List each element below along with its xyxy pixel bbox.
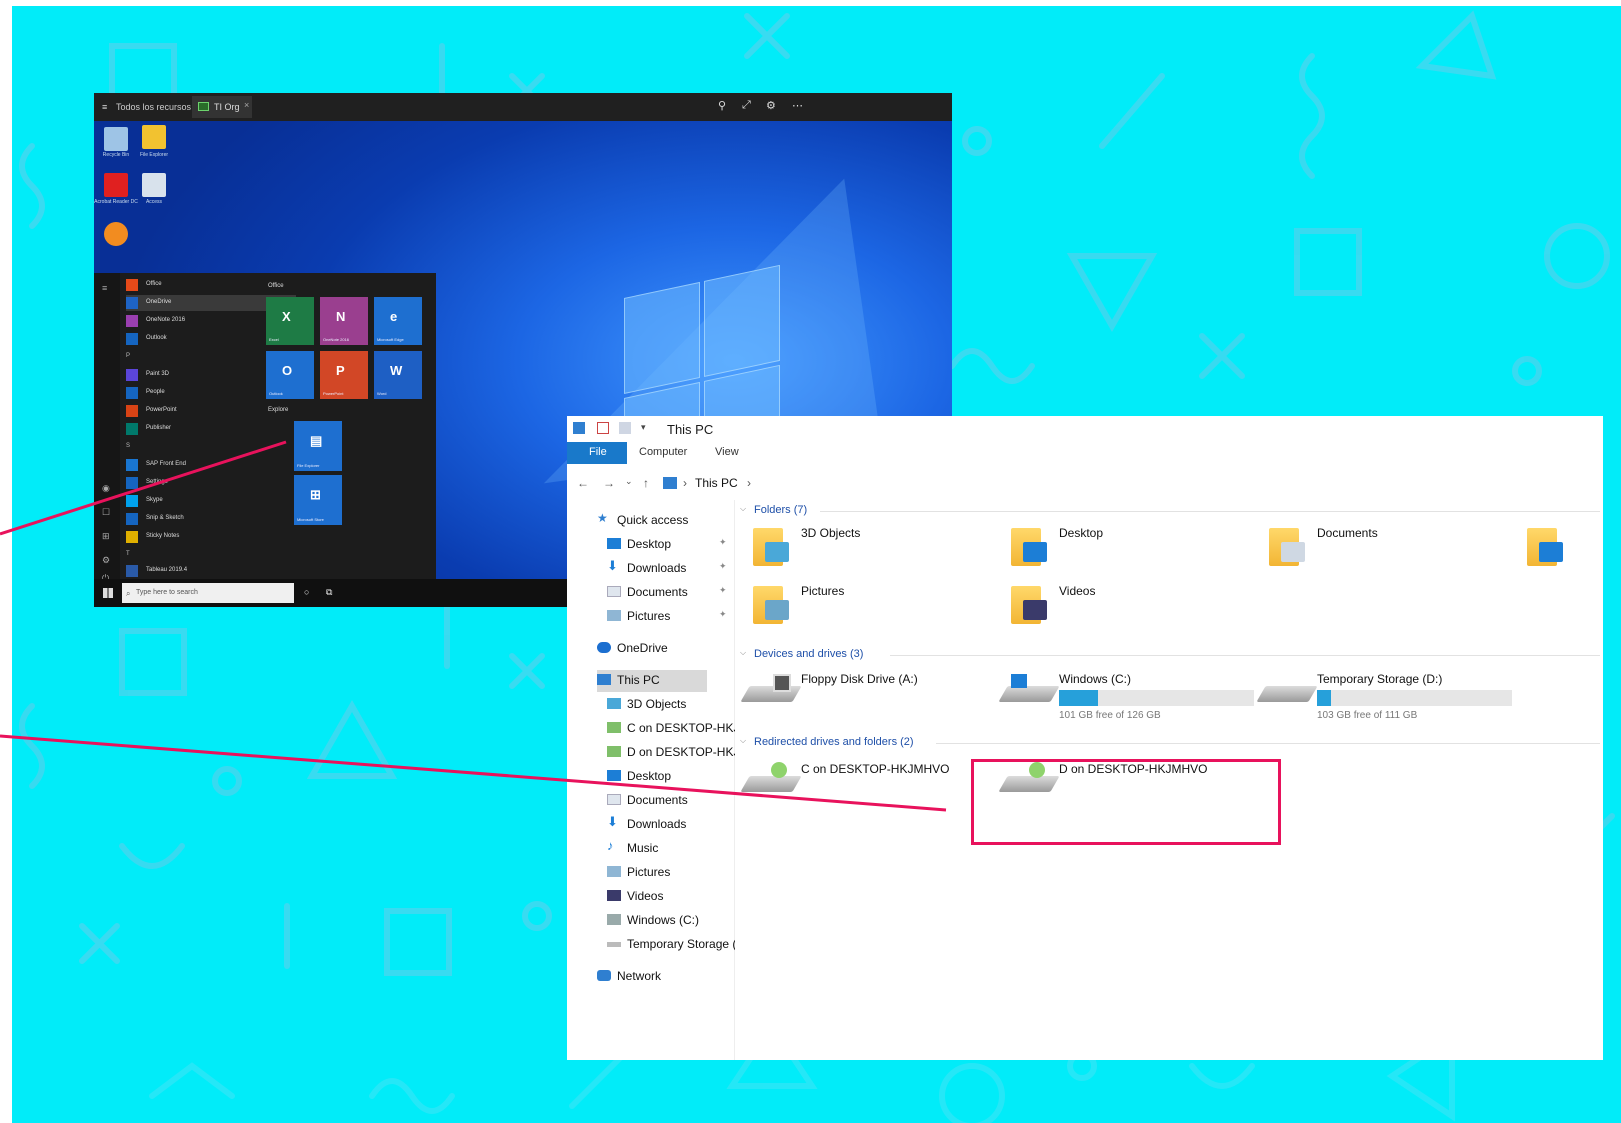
- callout-arrows: [0, 440, 947, 812]
- callout-line-file-explorer: [0, 440, 287, 536]
- callout-line-d-drive: [0, 734, 947, 812]
- callout-highlight-box: [971, 759, 1281, 845]
